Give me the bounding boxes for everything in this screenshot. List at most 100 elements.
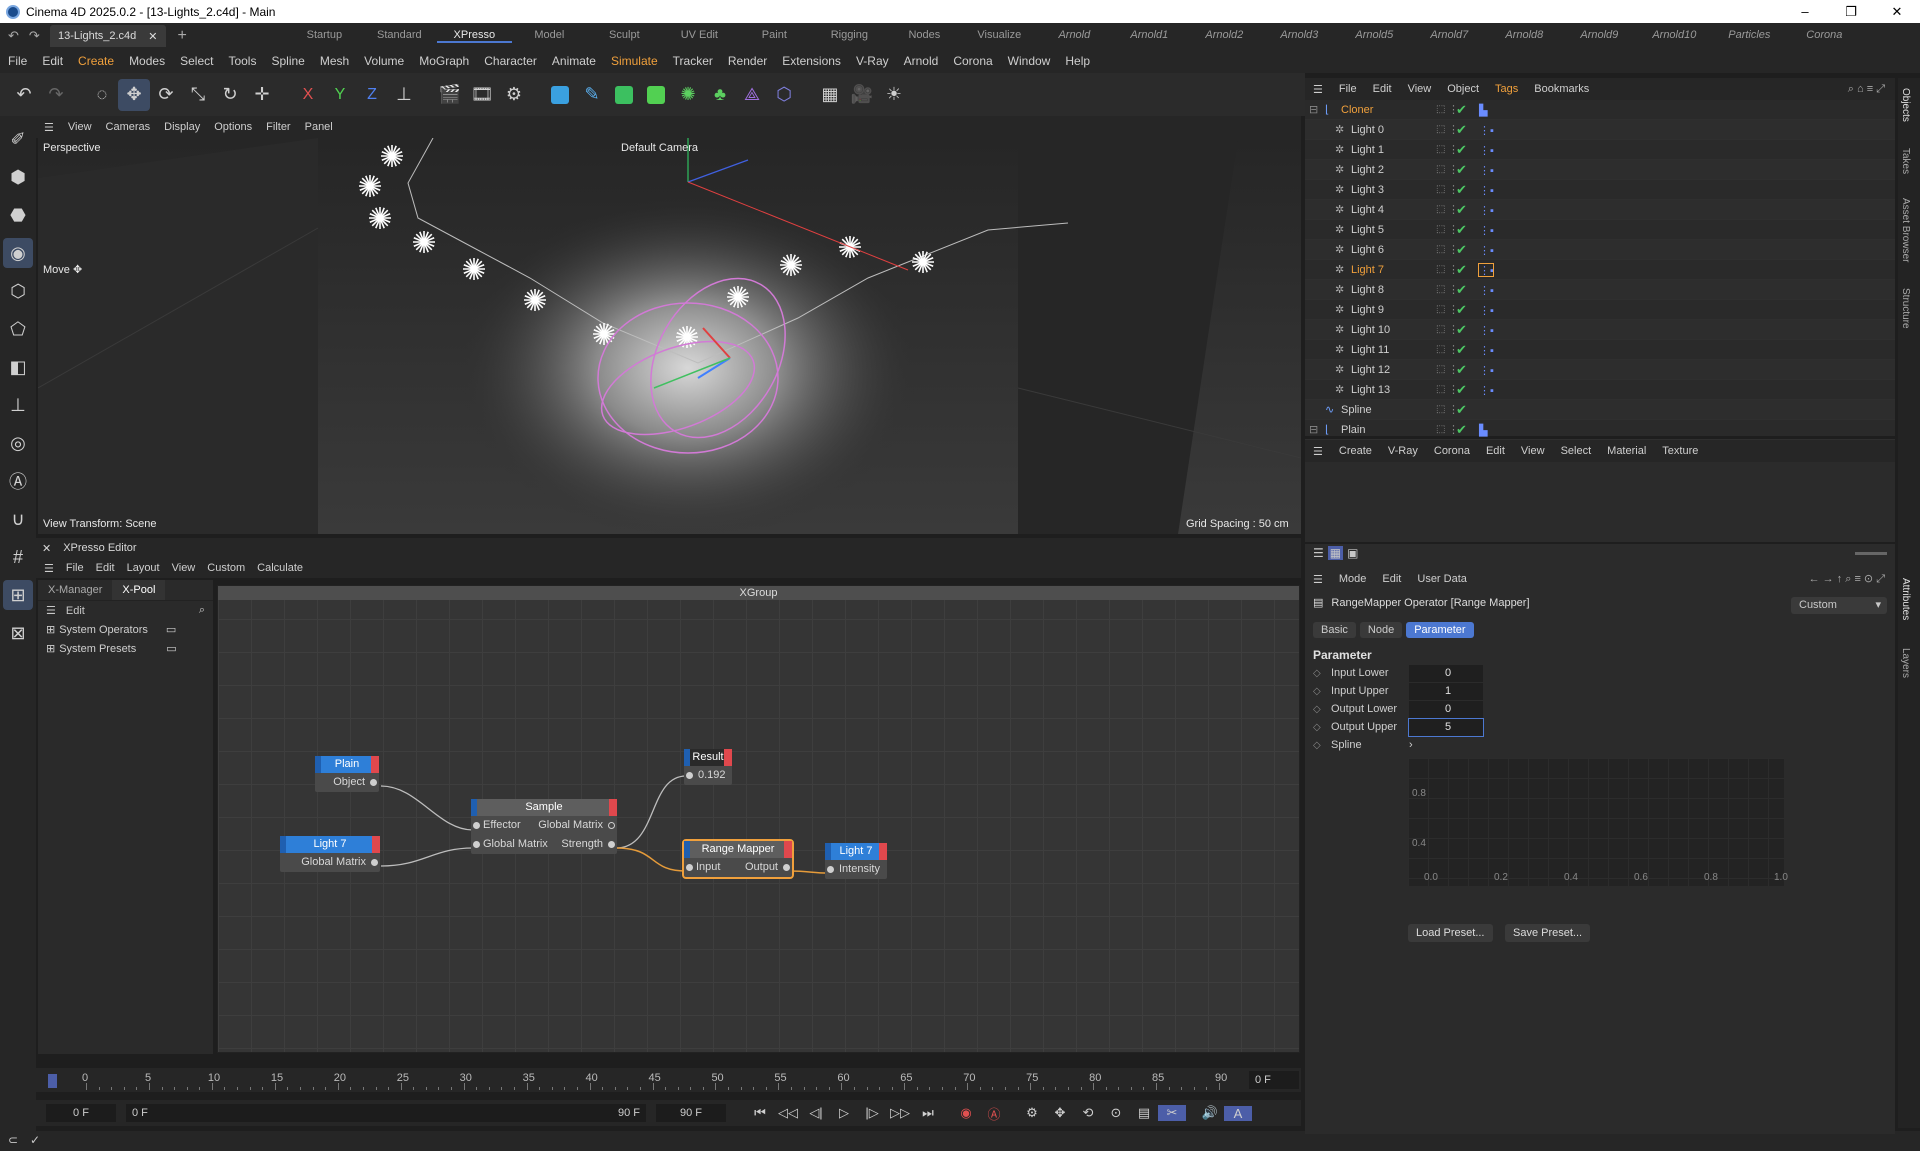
minimize-button[interactable]: – (1782, 0, 1828, 23)
editor-visibility-icon[interactable]: ⬚ (1436, 424, 1445, 435)
key-scale-icon[interactable]: ⊙ (1102, 1105, 1130, 1121)
editor-visibility-icon[interactable]: ⬚ (1436, 224, 1445, 235)
mograph-tag-icon[interactable]: ⋮▪ (1479, 224, 1494, 237)
editor-visibility-icon[interactable]: ⬚ (1436, 304, 1445, 315)
close-tab-icon[interactable]: ✕ (148, 30, 157, 43)
object-row-light-0[interactable]: ✲ Light 0 ⬚ ⋮ ✔ ⋮▪ (1305, 120, 1895, 140)
tree-item-system-operators[interactable]: ⊞ System Operators ▭ (38, 620, 213, 639)
viewport-menu-panel[interactable]: Panel (305, 121, 333, 133)
subdivision-icon[interactable] (608, 79, 640, 111)
mograph-tag-icon[interactable]: ⋮▪ (1478, 262, 1494, 277)
side-tab-takes[interactable]: Takes (1900, 148, 1911, 174)
editor-visibility-icon[interactable]: ⬚ (1436, 344, 1445, 355)
render-settings-icon[interactable]: ⚙ (498, 79, 530, 111)
xpresso-menu-custom[interactable]: Custom (207, 562, 245, 574)
side-tab-asset-browser[interactable]: Asset Browser (1900, 198, 1911, 262)
menu-create[interactable]: Create (78, 54, 114, 68)
objects-menu-bookmarks[interactable]: Bookmarks (1534, 83, 1589, 95)
move-tool-icon[interactable]: ✥ (118, 78, 150, 111)
enabled-check-icon[interactable]: ✔ (1456, 262, 1467, 278)
editor-visibility-icon[interactable]: ⬚ (1436, 184, 1445, 195)
go-to-start-icon[interactable]: ⏮ (746, 1105, 774, 1121)
material-menu-texture[interactable]: Texture (1662, 445, 1698, 457)
input-port[interactable] (686, 864, 693, 871)
keyframe-icon[interactable]: ◇ (1313, 740, 1331, 751)
deformer-icon[interactable]: ⟁ (736, 79, 768, 111)
menu-help[interactable]: Help (1065, 54, 1090, 68)
select-tool-icon[interactable]: ◌ (86, 79, 118, 111)
node-light7-target[interactable]: Light 7 Intensity (825, 843, 887, 879)
mograph-tag-icon[interactable]: ⋮▪ (1479, 244, 1494, 257)
enabled-check-icon[interactable]: ✔ (1456, 182, 1467, 198)
layout-tab-nodes[interactable]: Nodes (887, 29, 962, 43)
axis-mode-icon[interactable]: ⊥ (3, 390, 33, 420)
editor-visibility-icon[interactable]: ⬚ (1436, 364, 1445, 375)
objects-menu-edit[interactable]: Edit (1373, 83, 1392, 95)
object-row-light-3[interactable]: ✲ Light 3 ⬚ ⋮ ✔ ⋮▪ (1305, 180, 1895, 200)
model-mode-icon[interactable]: ⬢ (3, 162, 33, 192)
object-mode-icon[interactable]: ◉ (3, 238, 33, 268)
next-frame-icon[interactable]: |▷ (858, 1105, 886, 1121)
param-row-input-lower[interactable]: ◇ Input Lower 0 (1313, 664, 1483, 682)
xgroup-canvas[interactable]: XGroup Plain Object Light 7 Global Matri… (217, 585, 1300, 1053)
light-star-1[interactable] (359, 175, 381, 197)
param-value-field[interactable]: 5 (1408, 717, 1484, 737)
keyframe-icon[interactable]: ◇ (1313, 668, 1331, 679)
mograph-tag-icon[interactable]: ⋮▪ (1479, 344, 1494, 357)
material-menu-select[interactable]: Select (1561, 445, 1592, 457)
object-row-light-10[interactable]: ✲ Light 10 ⬚ ⋮ ✔ ⋮▪ (1305, 320, 1895, 340)
spline-graph[interactable]: 0.8 0.4 0.0 0.2 0.4 0.6 0.8 1.0 (1408, 758, 1788, 886)
enabled-check-icon[interactable]: ✔ (1456, 322, 1467, 338)
material-menu-material[interactable]: Material (1607, 445, 1646, 457)
menu-modes[interactable]: Modes (129, 54, 165, 68)
xpresso-menu-view[interactable]: View (172, 562, 196, 574)
attr-tab-node[interactable]: Node (1359, 622, 1403, 638)
back-icon[interactable]: ↶ (8, 28, 19, 44)
forward-icon[interactable]: ↷ (29, 28, 40, 44)
menu-v-ray[interactable]: V-Ray (856, 54, 889, 68)
next-key-icon[interactable]: ▷▷ (886, 1105, 914, 1121)
enabled-check-icon[interactable]: ✔ (1456, 142, 1467, 158)
node-result[interactable]: Result 0.192 (684, 749, 732, 785)
node-plain[interactable]: Plain Object (315, 756, 379, 792)
node-range-mapper[interactable]: Range Mapper Input Output (682, 839, 794, 879)
layout-tab-arnold10[interactable]: Arnold10 (1637, 29, 1712, 43)
spline-row[interactable]: ◇ Spline › (1313, 736, 1413, 754)
hamburger-icon[interactable]: ☰ (1313, 573, 1323, 586)
material-area[interactable] (1305, 462, 1895, 542)
layout-tab-model[interactable]: Model (512, 29, 587, 43)
enabled-check-icon[interactable]: ✔ (1456, 122, 1467, 138)
floor-icon[interactable]: ▦ (814, 79, 846, 111)
attr-tab-basic[interactable]: Basic (1313, 622, 1356, 638)
viewport-menu-filter[interactable]: Filter (266, 121, 290, 133)
layout-tab-arnold2[interactable]: Arnold2 (1187, 29, 1262, 43)
side-tab-layers[interactable]: Layers (1900, 648, 1911, 678)
enabled-check-icon[interactable]: ✔ (1456, 422, 1467, 438)
y-axis-icon[interactable]: Y (324, 79, 356, 111)
timeline-ruler[interactable]: 0 5 10 15 20 25 30 35 40 45 50 55 60 65 70 75 80 85 90 0 F (36, 1068, 1301, 1092)
layout-tab-sculpt[interactable]: Sculpt (587, 29, 662, 43)
menu-select[interactable]: Select (180, 54, 213, 68)
side-tab-objects[interactable]: Objects (1900, 88, 1911, 122)
editor-visibility-icon[interactable]: ⬚ (1436, 144, 1445, 155)
enabled-check-icon[interactable]: ✔ (1456, 102, 1467, 118)
key-param-icon[interactable]: ▤ (1130, 1105, 1158, 1121)
editor-visibility-icon[interactable]: ⬚ (1436, 104, 1445, 115)
object-row-spline[interactable]: ∿ Spline ⬚ ⋮ ✔ (1305, 400, 1895, 420)
material-menu-create[interactable]: Create (1339, 445, 1372, 457)
menu-mesh[interactable]: Mesh (320, 54, 349, 68)
mograph-tag-icon[interactable]: ⋮▪ (1479, 124, 1494, 137)
autokey-icon[interactable]: Ⓐ (980, 1104, 1008, 1123)
render-view-icon[interactable]: 🎞 (466, 79, 498, 111)
new-tab-icon[interactable]: + (178, 27, 187, 45)
menu-corona[interactable]: Corona (953, 54, 992, 68)
menu-spline[interactable]: Spline (271, 54, 304, 68)
enabled-check-icon[interactable]: ✔ (1456, 342, 1467, 358)
mograph-tag-icon[interactable]: ⋮▪ (1479, 384, 1494, 397)
output-port[interactable] (608, 822, 615, 829)
input-port[interactable] (827, 866, 834, 873)
layout-tab-uv-edit[interactable]: UV Edit (662, 29, 737, 43)
grid-snap-icon[interactable]: # (3, 542, 33, 572)
keyframe-icon[interactable]: ◇ (1313, 686, 1331, 697)
input-port[interactable] (473, 841, 480, 848)
